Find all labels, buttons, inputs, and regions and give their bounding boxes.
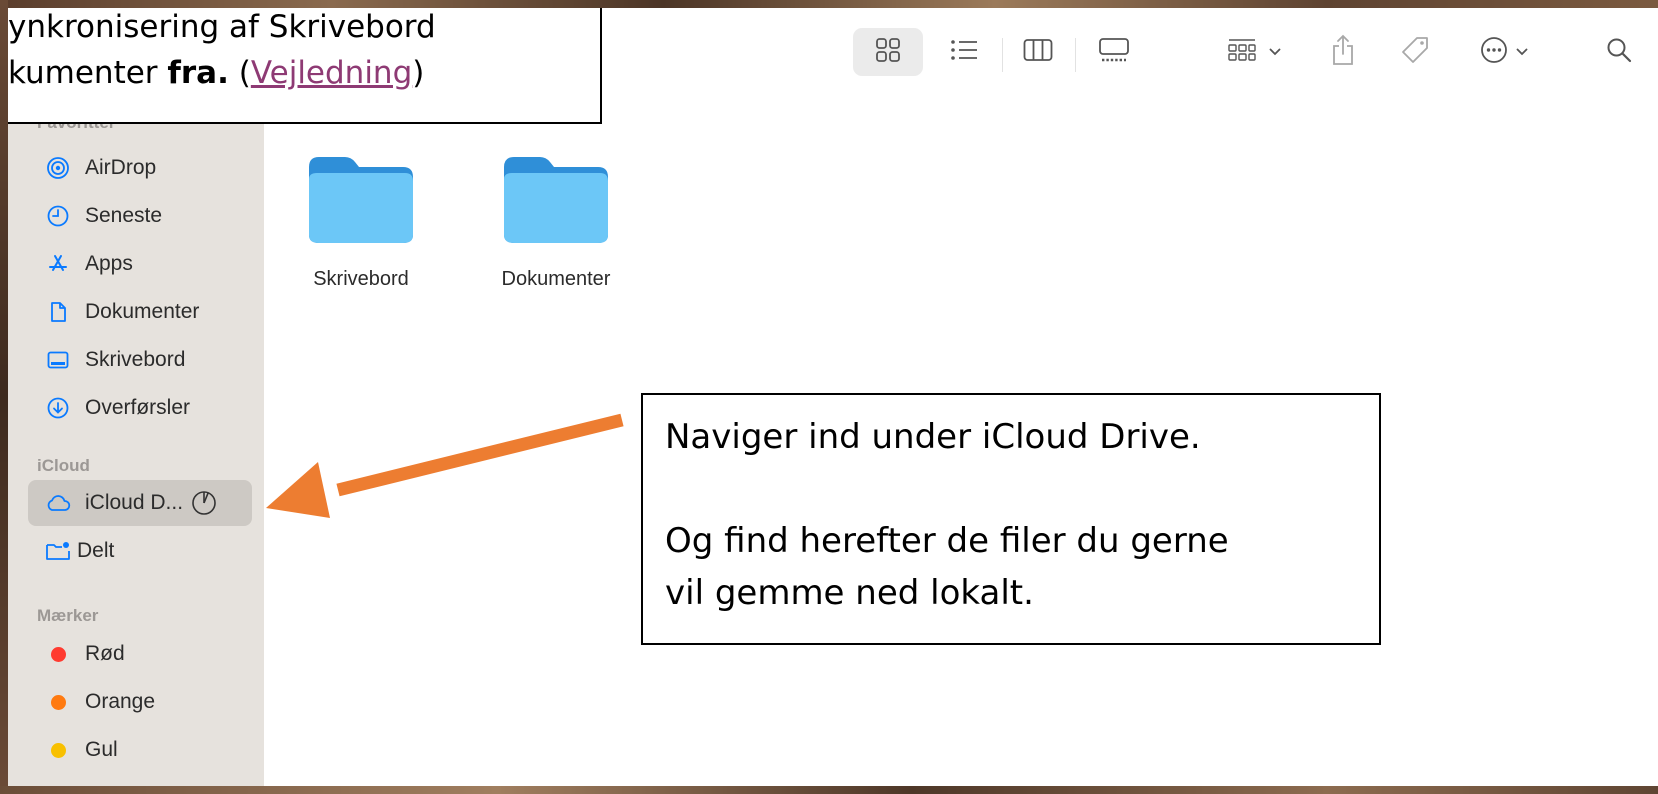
callout-line: ynkronisering af Skrivebord bbox=[8, 9, 436, 45]
callout-spacer bbox=[665, 463, 1379, 515]
callout-paren-close: ) bbox=[412, 55, 425, 91]
finder-window: Favoritter AirDrop Seneste Apps Dokument… bbox=[8, 8, 1658, 786]
callout-line: vil gemme ned lokalt. bbox=[665, 573, 1034, 613]
callout-bold-text: fra. bbox=[167, 55, 229, 91]
callout-line: Naviger ind under iCloud Drive. bbox=[665, 417, 1201, 457]
callout-text: kumenter bbox=[8, 55, 168, 91]
desktop-wallpaper-top bbox=[0, 0, 1658, 8]
callout-line: kumenter fra. (Vejledning) bbox=[8, 50, 600, 96]
desktop-wallpaper-bottom bbox=[0, 786, 1658, 794]
callout-paren-open: ( bbox=[228, 55, 251, 91]
sync-instruction-callout: ynkronisering af Skrivebord kumenter fra… bbox=[8, 8, 602, 124]
guide-link[interactable]: Vejledning bbox=[251, 55, 412, 91]
instruction-callout: Naviger ind under iCloud Drive. Og find … bbox=[641, 393, 1381, 645]
desktop-wallpaper-left bbox=[0, 0, 8, 794]
callout-line: Og find herefter de filer du gerne bbox=[665, 521, 1229, 561]
